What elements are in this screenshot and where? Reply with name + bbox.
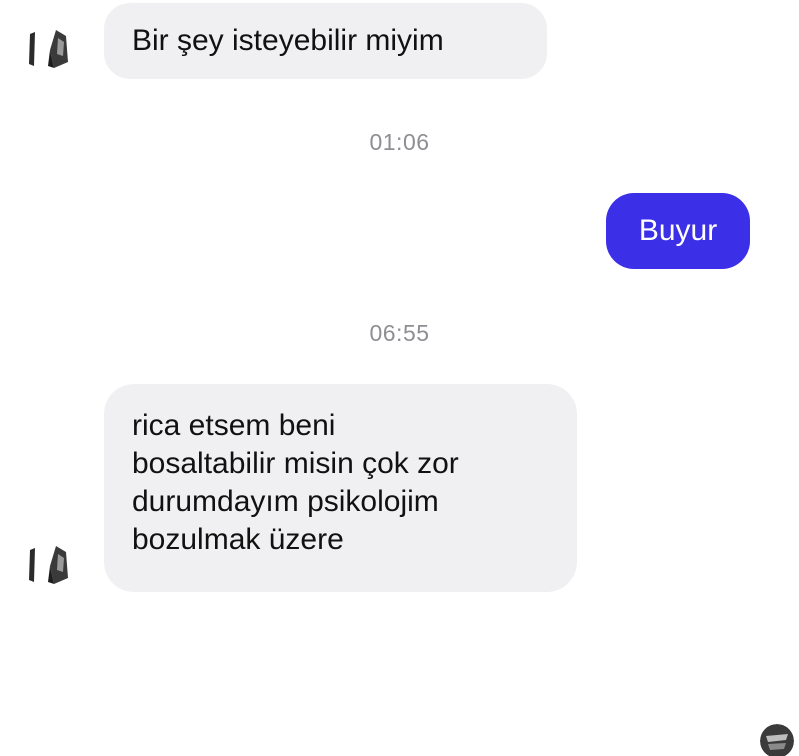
- contact-avatar-icon[interactable]: [20, 536, 76, 592]
- timestamp: 01:06: [369, 129, 430, 155]
- incoming-message-bubble[interactable]: Bir şey isteyebilir miyim: [104, 3, 547, 79]
- message-line: bosaltabilir misin çok zor: [132, 447, 459, 480]
- message-line: durumdayım psikolojim: [132, 485, 439, 518]
- incoming-message-bubble[interactable]: rica etsem beni bosaltabilir misin çok z…: [104, 384, 577, 592]
- message-line: rica etsem beni: [132, 409, 336, 442]
- read-receipt-avatar-icon: [760, 724, 794, 756]
- outgoing-message-bubble[interactable]: Buyur: [606, 193, 750, 269]
- chat-thread: Bir şey isteyebilir miyim 01:06 Buyur 06…: [0, 0, 799, 756]
- message-text: Bir şey isteyebilir miyim: [132, 24, 444, 57]
- message-text: Buyur: [638, 214, 718, 247]
- contact-avatar-icon[interactable]: [20, 20, 76, 76]
- message-line: bozulmak üzere: [132, 523, 344, 556]
- timestamp: 06:55: [369, 320, 430, 346]
